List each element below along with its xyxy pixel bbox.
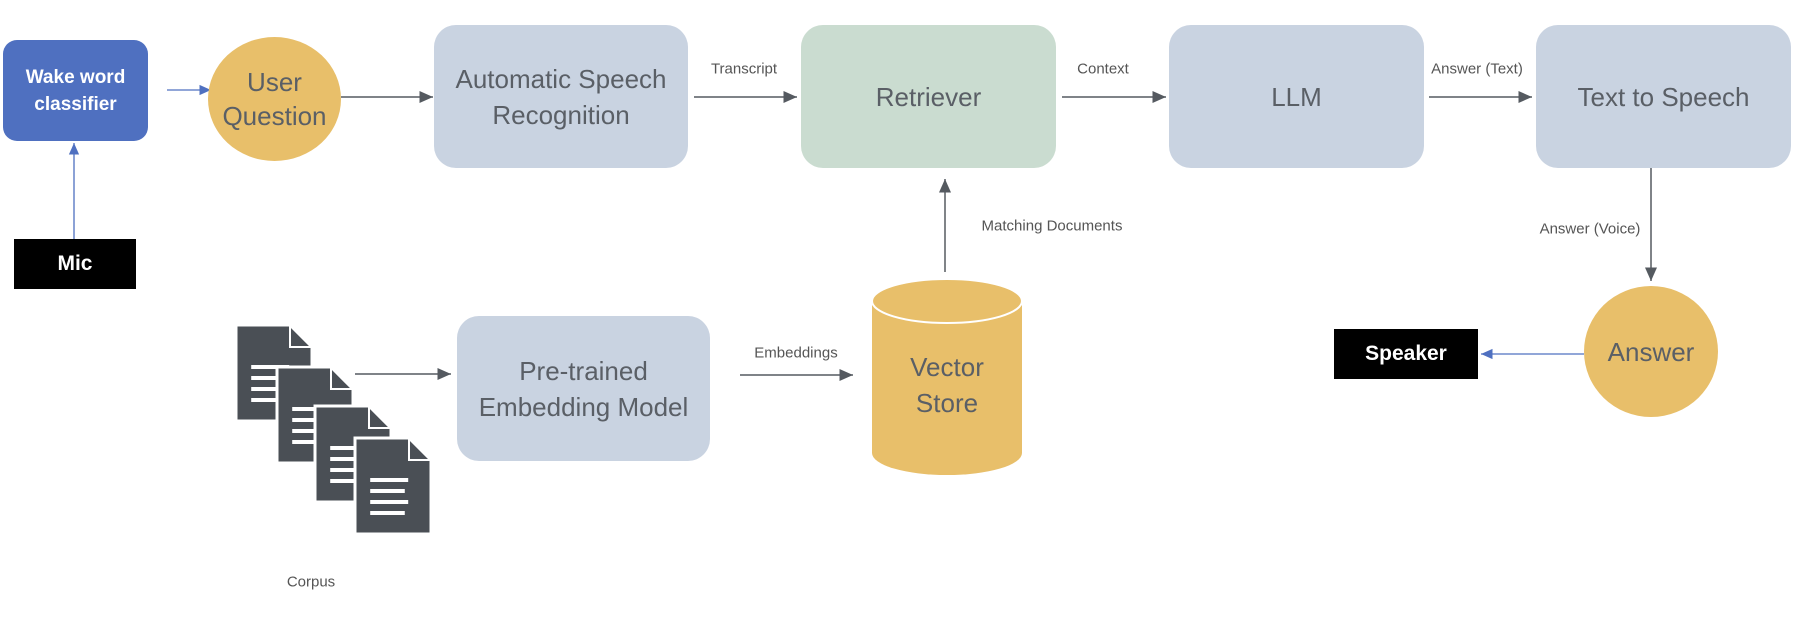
edge-label-matching-documents: Matching Documents (981, 217, 1123, 235)
edge-label-embeddings: Embeddings (754, 344, 838, 362)
rag-voice-pipeline-diagram: Wake word classifier Mic User Question A… (0, 0, 1808, 626)
edge-label-answer-voice: Answer (Voice) (1539, 220, 1641, 238)
edge-label-context: Context (1077, 60, 1129, 78)
vector-store-label: Vector Store (910, 352, 984, 418)
speaker-node: Speaker (1334, 329, 1478, 379)
llm-node: LLM (1169, 25, 1424, 168)
user-question-node: User Question (208, 37, 341, 161)
retriever-node: Retriever (801, 25, 1056, 168)
document-page-icon (353, 436, 433, 536)
mic-node: Mic (14, 239, 136, 289)
edge-label-transcript: Transcript (710, 60, 778, 78)
edge-label-answer-text: Answer (Text) (1431, 60, 1523, 78)
asr-node: Automatic Speech Recognition (434, 25, 688, 168)
tts-node: Text to Speech (1536, 25, 1791, 168)
embedding-model-node: Pre-trained Embedding Model (457, 316, 710, 461)
wake-word-classifier-node: Wake word classifier (3, 40, 148, 141)
corpus-documents-icon (234, 323, 433, 536)
answer-node: Answer (1584, 286, 1718, 417)
corpus-label: Corpus (286, 573, 336, 591)
